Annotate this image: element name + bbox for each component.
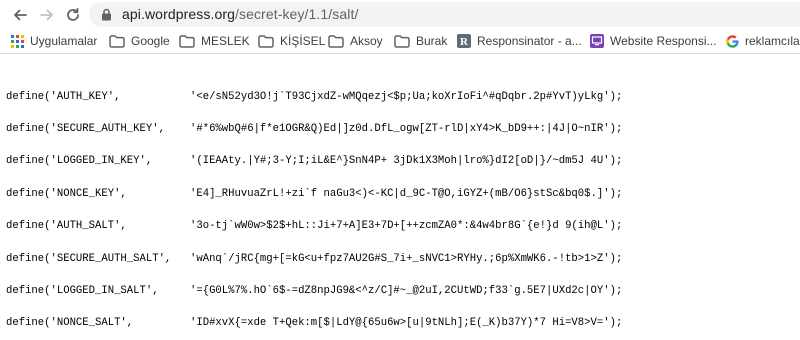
salt-line: define('NONCE_SALT', 'ID#xvX{=xde T+Qek:m… bbox=[6, 318, 622, 329]
define-value: '3o-tj`wW0w>$2$+hL::Ji+7+A]E3+7D+[++zcmZ… bbox=[190, 220, 623, 233]
url-path: /secret-key/1.1/salt/ bbox=[234, 6, 359, 22]
responsinator-r-icon: R bbox=[457, 34, 471, 48]
bookmark-label: Aksoy bbox=[350, 34, 383, 48]
bookmark-label: reklamcılar bbox=[745, 34, 800, 48]
bookmark-google[interactable]: Google bbox=[109, 29, 170, 53]
bookmark-burak[interactable]: Burak bbox=[394, 29, 447, 53]
lock-icon bbox=[101, 8, 112, 26]
bookmark-responsinator[interactable]: R Responsinator - a... bbox=[457, 29, 582, 53]
folder-icon bbox=[179, 34, 195, 48]
forward-arrow-icon bbox=[40, 9, 53, 21]
reload-button[interactable] bbox=[62, 4, 84, 26]
bookmark-meslek[interactable]: MESLEK bbox=[179, 29, 250, 53]
salt-line: define('LOGGED_IN_SALT', '={G0L%7%.hO`6$-… bbox=[6, 286, 622, 297]
url-host: api.wordpress.org bbox=[122, 6, 235, 22]
bookmark-label: Burak bbox=[416, 34, 448, 48]
define-value: '<e/sN52yd3O!j`T93CjxdZ-wMQqezj<$p;Ua;ko… bbox=[190, 90, 623, 103]
forward-button[interactable] bbox=[36, 4, 58, 26]
salt-line: define('NONCE_KEY', 'E4]_RHuvuaZrL!+zi`f … bbox=[6, 187, 623, 200]
bookmark-label: Google bbox=[131, 34, 170, 48]
folder-icon bbox=[109, 34, 125, 48]
bookmark-kisisel[interactable]: KİŞİSEL bbox=[258, 29, 325, 53]
url-text: api.wordpress.org/secret-key/1.1/salt/ bbox=[122, 6, 358, 23]
define-key: define('SECURE_AUTH_KEY', bbox=[6, 122, 165, 135]
define-key: define('NONCE_SALT', bbox=[6, 317, 134, 330]
salt-line: define('SECURE_AUTH_KEY', '#*6%wbQ#6|f*e1… bbox=[6, 124, 622, 135]
salt-line: define('AUTH_SALT', '3o-tj`wW0w>$2$+hL::J… bbox=[6, 221, 622, 232]
bookmark-reklamcilar[interactable]: reklamcılar bbox=[726, 29, 800, 53]
define-key: define('SECURE_AUTH_SALT', bbox=[6, 252, 172, 265]
bookmark-website-responsive[interactable]: Website Responsi... bbox=[590, 29, 717, 53]
reload-icon bbox=[67, 7, 79, 21]
salt-line: define('AUTH_KEY', '<e/sN52yd3O!j`T93Cjxd… bbox=[6, 90, 623, 103]
bookmark-label: Uygulamalar bbox=[30, 34, 98, 48]
folder-icon bbox=[258, 34, 274, 48]
bookmark-label: Responsinator - a... bbox=[477, 34, 582, 48]
define-key: define('NONCE_KEY', bbox=[6, 187, 127, 200]
bookmarks-bar: Uygulamalar Google MESLEK KİŞİSEL Aksoy … bbox=[0, 29, 800, 54]
define-value: '#*6%wbQ#6|f*e1OGR&Q)Ed|]z0d.DfL_ogw[ZT-… bbox=[190, 122, 623, 135]
folder-icon bbox=[394, 34, 410, 48]
define-value: 'ID#xvX{=xde T+Qek:m[$|LdY@{65u6w>[u|9tN… bbox=[190, 317, 623, 330]
bookmark-aksoy[interactable]: Aksoy bbox=[328, 29, 383, 53]
define-key: define('LOGGED_IN_KEY', bbox=[6, 155, 153, 168]
bookmark-label: Website Responsi... bbox=[610, 34, 717, 48]
salt-line: define('LOGGED_IN_KEY', '(IEAAty.|Y#;3-Y;… bbox=[6, 156, 622, 167]
browser-toolbar: api.wordpress.org/secret-key/1.1/salt/ bbox=[0, 0, 800, 29]
define-value: 'E4]_RHuvuaZrL!+zi`f naGu3<)<-KC|d_9C-T@… bbox=[190, 187, 623, 200]
define-value: '(IEAAty.|Y#;3-Y;I;iL&E^}SnN4P+ 3jDk1X3M… bbox=[190, 155, 623, 168]
define-key: define('AUTH_SALT', bbox=[6, 220, 127, 233]
define-value: '={G0L%7%.hO`6$-=dZ8npJG9&<^z/C]#~_@2uI,… bbox=[190, 284, 623, 297]
google-g-icon bbox=[726, 34, 739, 48]
bookmark-apps[interactable]: Uygulamalar bbox=[11, 29, 97, 53]
folder-icon bbox=[328, 34, 344, 48]
svg-text:R: R bbox=[460, 36, 469, 48]
salt-output: define('AUTH_KEY', '<e/sN52yd3O!j`T93Cjxd… bbox=[6, 70, 622, 340]
bookmark-label: KİŞİSEL bbox=[280, 34, 326, 48]
define-value: 'wAnq`/jRC{mg+[=kG<u+fpz7AU2G#S_7i+_sNVC… bbox=[190, 252, 623, 265]
back-arrow-icon bbox=[14, 9, 27, 21]
define-key: define('LOGGED_IN_SALT', bbox=[6, 284, 159, 297]
address-bar[interactable]: api.wordpress.org/secret-key/1.1/salt/ bbox=[89, 2, 800, 27]
website-responsive-icon bbox=[590, 34, 604, 48]
define-key: define('AUTH_KEY', bbox=[6, 90, 121, 103]
apps-grid-icon bbox=[11, 34, 24, 48]
bookmark-label: MESLEK bbox=[201, 34, 250, 48]
salt-line: define('SECURE_AUTH_SALT', 'wAnq`/jRC{mg+… bbox=[6, 252, 623, 265]
back-button[interactable] bbox=[9, 4, 31, 26]
